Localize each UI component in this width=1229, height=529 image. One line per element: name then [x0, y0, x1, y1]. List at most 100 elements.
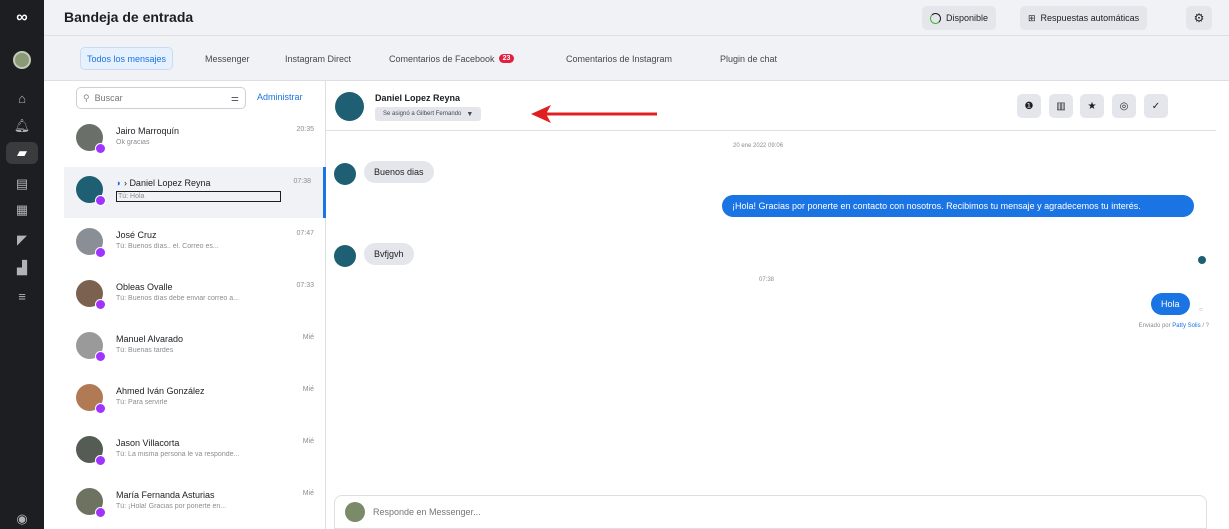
menu-icon[interactable]: ≡ [0, 286, 44, 306]
tab-label: Comentarios de Instagram [566, 53, 673, 64]
sender-name[interactable]: Patty Solis [1172, 323, 1200, 329]
list-item[interactable]: Jason Villacorta Tú: La misma persona le… [64, 427, 326, 478]
list-item[interactable]: Jairo Marroquín Ok gracias 20:35 [64, 115, 326, 166]
message-preview: Tú: La misma persona le va responde... [116, 451, 240, 458]
contact-name-text: Daniel Lopez Reyna [129, 178, 211, 188]
contact-name: ◗ › Daniel Lopez Reyna [116, 178, 211, 188]
contact-name: José Cruz [116, 230, 157, 240]
message-composer[interactable] [334, 495, 1207, 529]
tab-label: Comentarios de Facebook [389, 53, 495, 64]
message-time: 07:33 [296, 282, 314, 289]
avatar [334, 163, 356, 185]
contact-name: Obleas Ovalle [116, 282, 173, 292]
tab-label: Plugin de chat [720, 53, 778, 64]
list-item[interactable]: Obleas Ovalle Tú: Buenos días debe envia… [64, 271, 326, 322]
sent-by-prefix: Enviado por [1138, 323, 1171, 329]
messenger-badge-icon [95, 247, 106, 258]
time-stamp: 07:38 [759, 277, 775, 283]
info-icon[interactable]: ❶ [1017, 94, 1041, 118]
auto-replies-label: Respuestas automáticas [1040, 13, 1140, 23]
auto-replies-button[interactable]: ⊞ Respuestas automáticas [1020, 6, 1148, 30]
home-icon[interactable]: ⌂ [0, 88, 44, 108]
date-stamp: 20 ene 2022 09:06 [733, 143, 784, 149]
message-time: Mié [302, 334, 314, 341]
contact-name: Ahmed Iván González [116, 386, 205, 396]
gear-icon[interactable]: ⚙ [1186, 6, 1212, 30]
avatar [335, 92, 364, 121]
messenger-badge-icon [95, 195, 106, 206]
message-bubble-incoming: Bvfjgvh [364, 243, 414, 265]
list-item[interactable]: María Fernanda Asturias Tú: ¡Hola! Graci… [64, 479, 326, 529]
insights-icon[interactable]: ▟ [0, 258, 44, 278]
status-label: Disponible [946, 13, 989, 23]
star-icon[interactable]: ★ [1080, 94, 1104, 118]
tab-chat-plugin[interactable]: Plugin de chat [714, 47, 783, 70]
clock-icon [930, 12, 941, 24]
message-preview: Tú: ¡Hola! Gracias por ponerte en... [116, 503, 227, 510]
megaphone-icon[interactable]: ◤ [0, 230, 44, 250]
eye-icon[interactable]: ◎ [1112, 94, 1136, 118]
message-bubble-outgoing: Hola [1151, 293, 1190, 315]
tab-instagram-direct[interactable]: Instagram Direct [279, 47, 357, 70]
contact-name: Jason Villacorta [116, 438, 180, 448]
message-preview: Tú: Para servirle [116, 399, 168, 406]
ads-icon[interactable]: ▤ [0, 174, 44, 194]
messenger-badge-icon [95, 403, 106, 414]
messenger-badge-icon [95, 455, 106, 466]
tab-facebook-comments[interactable]: Comentarios de Facebook 23 [383, 47, 520, 70]
contact-name: Manuel Alvarado [116, 334, 184, 344]
notification-icon[interactable]: 🔔︎ [0, 116, 44, 136]
assignee-dropdown[interactable]: Se asignó a Gilbert Fernando ▼ [375, 107, 482, 121]
tab-label: Messenger [205, 53, 250, 64]
reply-input[interactable] [373, 507, 973, 517]
manage-link[interactable]: Administrar [257, 92, 303, 102]
message-bubble-outgoing: ¡Hola! Gracias por ponerte en contacto c… [722, 195, 1194, 217]
list-item[interactable]: Ahmed Iván González Tú: Para servirle Mi… [64, 375, 326, 426]
list-item[interactable]: José Cruz Tú: Buenos días.. el. Correo e… [64, 219, 326, 270]
message-preview: Ok gracias [116, 139, 150, 146]
tab-messenger[interactable]: Messenger [199, 47, 256, 70]
message-time: 20:35 [296, 126, 314, 133]
sent-by-suffix: / ? [1202, 323, 1209, 329]
sent-by-label: Enviado por Patty Solis / ? [1139, 323, 1209, 329]
page-avatar[interactable] [0, 49, 44, 71]
message-preview: Tú: Buenos días.. el. Correo es... [116, 243, 219, 250]
tab-label: Instagram Direct [285, 53, 352, 64]
message-preview: Tú: Hola [116, 191, 281, 202]
search-icon: ⚲ [83, 92, 90, 103]
messenger-badge-icon [95, 143, 106, 154]
avatar [334, 245, 356, 267]
assignee-label: Se asignó a Gilbert Fernando [383, 111, 462, 117]
conversation-list: ⚲ ⚌ Administrar Jairo Marroquín Ok graci… [64, 81, 326, 529]
message-time: Mié [302, 438, 314, 445]
trash-icon[interactable]: ▥ [1049, 94, 1073, 118]
message-time: Mié [302, 490, 314, 497]
messenger-badge-icon [95, 299, 106, 310]
planner-icon[interactable]: ▦ [0, 200, 44, 220]
meta-logo-icon[interactable]: ∞ [0, 6, 44, 30]
tab-instagram-comments[interactable]: Comentarios de Instagram [560, 47, 678, 70]
message-preview: Tú: Buenos días debe enviar correo a... [116, 295, 239, 302]
status-button[interactable]: Disponible [922, 6, 997, 30]
message-time: 07:38 [293, 178, 311, 185]
help-icon[interactable]: ◉ [0, 510, 44, 528]
left-navigation-rail: ∞ ⌂ 🔔︎ ▰ ▤ ▦ ◤ ▟ ≡ ◉ [0, 0, 44, 529]
list-item[interactable]: Manuel Alvarado Tú: Buenas tardes Mié [64, 323, 326, 374]
sent-status-icon: ○ [1199, 307, 1203, 313]
message-time: 07:47 [296, 230, 314, 237]
assignee-icon: ◗ [116, 178, 122, 188]
chat-header: Daniel Lopez Reyna Se asignó a Gilbert F… [326, 81, 1216, 131]
contact-name: María Fernanda Asturias [116, 490, 215, 500]
chat-panel: Daniel Lopez Reyna Se asignó a Gilbert F… [326, 81, 1229, 529]
list-item-selected[interactable]: ◗ › Daniel Lopez Reyna Tú: Hola 07:38 [64, 167, 326, 218]
search-input[interactable] [94, 93, 226, 103]
check-icon[interactable]: ✓ [1144, 94, 1168, 118]
inbox-icon[interactable]: ▰ [6, 142, 38, 164]
message-preview: Tú: Buenas tardes [116, 347, 174, 354]
seen-avatar [1198, 256, 1206, 264]
search-box[interactable]: ⚲ ⚌ [76, 87, 246, 109]
filter-icon[interactable]: ⚌ [231, 93, 239, 104]
grid-icon: ⊞ [1028, 12, 1036, 23]
tab-all-messages[interactable]: Todos los mensajes [80, 47, 174, 70]
page-title: Bandeja de entrada [64, 9, 194, 25]
